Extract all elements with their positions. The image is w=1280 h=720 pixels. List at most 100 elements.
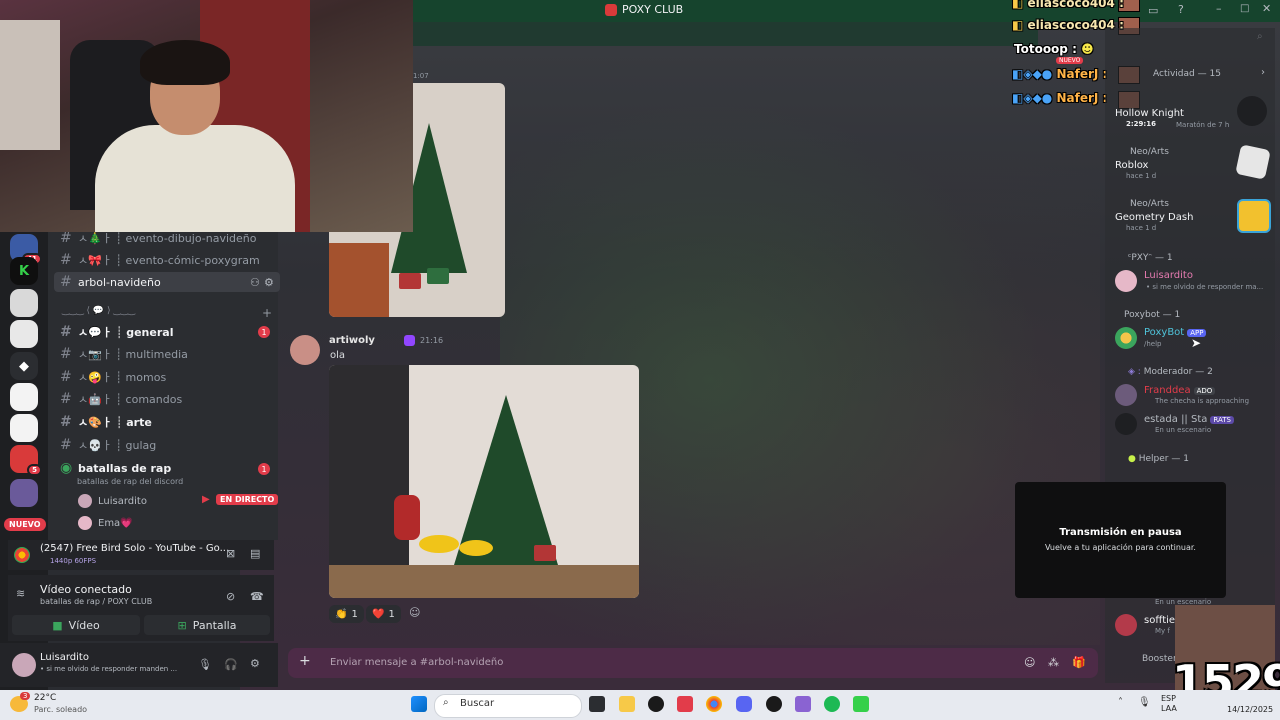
taskbar-search[interactable] — [434, 694, 582, 718]
hash-icon: # — [60, 414, 72, 430]
reaction-chip[interactable]: 👏 1 — [329, 605, 364, 623]
help-icon[interactable]: ? — [1178, 3, 1184, 16]
app-icon[interactable] — [795, 696, 811, 712]
github-icon[interactable] — [766, 696, 782, 712]
invite-icon[interactable]: ⚇ — [250, 276, 260, 289]
emoji-icon[interactable]: ☺ — [1024, 656, 1035, 669]
channel-item[interactable]: # ㅅ🤖ㅏ ┊ comandos — [60, 389, 182, 409]
user-status: • si me olvido de responder manden ... — [40, 665, 178, 673]
avatar[interactable] — [12, 653, 36, 677]
activity-header: Actividad — 15 — [1153, 69, 1221, 79]
gift-icon[interactable]: 🎁 — [1072, 656, 1086, 669]
chrome-icon[interactable] — [706, 696, 722, 712]
message-input[interactable]: Enviar mensaje a #arbol-navideño — [330, 657, 503, 668]
discord-icon[interactable] — [736, 696, 752, 712]
voice-channel-label: batallas de rap — [78, 461, 172, 475]
app-icon[interactable] — [677, 696, 693, 712]
close-icon[interactable]: ✕ — [1262, 2, 1271, 15]
voice-user[interactable]: Ema💗 — [78, 516, 133, 530]
message-author[interactable]: artiwoly — [329, 335, 375, 346]
channel-item[interactable]: # ㅅ🎨ㅏ ┊ arte — [60, 412, 152, 432]
task-view-icon[interactable] — [589, 696, 605, 712]
activity-game[interactable]: Hollow Knight — [1115, 108, 1184, 119]
server-icon-6[interactable] — [10, 383, 38, 411]
gift-shape — [534, 545, 556, 561]
shoe-shape — [459, 540, 493, 556]
channel-item[interactable]: # ㅅ💬ㅏ ┊ general — [60, 322, 173, 342]
disconnect-icon[interactable]: ☎ — [250, 589, 264, 603]
channel-label: ㅅ📷ㅏ ┊ multimedia — [78, 348, 188, 361]
taskbar-search-placeholder[interactable]: Buscar — [460, 698, 494, 709]
language-indicator[interactable]: ESP LAA — [1161, 694, 1177, 714]
twitch-icon — [404, 335, 415, 346]
add-attachment-icon[interactable]: + — [299, 653, 311, 669]
helper-icon: ● — [1128, 454, 1139, 464]
poxy-server-icon[interactable]: 5 — [10, 445, 42, 476]
avatar[interactable] — [1115, 270, 1137, 292]
activity-game[interactable]: Geometry Dash — [1115, 212, 1193, 223]
microphone-icon[interactable]: 🎙 — [198, 657, 212, 671]
avatar[interactable] — [1115, 413, 1137, 435]
kick-icon[interactable] — [853, 696, 869, 712]
avatar[interactable] — [1115, 384, 1137, 406]
voice-user[interactable]: Luisardito — [78, 494, 147, 508]
member-name-text: Franddea — [1144, 385, 1191, 396]
noise-suppression-icon[interactable]: ⊘ — [226, 589, 235, 603]
avatar[interactable] — [1115, 614, 1137, 636]
activity-game[interactable]: Roblox — [1115, 160, 1148, 171]
video-button[interactable]: ■ Vídeo — [12, 615, 140, 635]
message-text: ola — [330, 350, 346, 361]
member-section-header: Poxybot — 1 — [1124, 310, 1181, 320]
chat-image-2[interactable] — [329, 365, 639, 598]
server-icon-7[interactable] — [10, 414, 38, 442]
chevron-up-icon[interactable]: ˄ — [1118, 697, 1123, 708]
chevron-right-icon[interactable]: › — [1261, 67, 1265, 78]
voice-channel[interactable]: ◉ batallas de rap — [60, 458, 171, 478]
kick-server-icon[interactable]: K — [10, 257, 38, 285]
monitor-icon[interactable]: ▭ — [1148, 4, 1158, 17]
channel-item[interactable]: # ㅅ📷ㅏ ┊ multimedia — [60, 344, 188, 364]
member-name[interactable]: Luisardito — [1144, 270, 1193, 281]
server-icon-3[interactable] — [10, 289, 38, 317]
obs-icon[interactable] — [648, 696, 664, 712]
avatar[interactable] — [290, 335, 320, 365]
member-name[interactable]: Franddea ADO — [1144, 385, 1216, 396]
clock-date[interactable]: 14/12/2025 — [1227, 705, 1273, 714]
channel-item-active[interactable]: # arbol-navideño ⚇ ⚙ — [54, 272, 280, 292]
screen-share-button[interactable]: ⊞ Pantalla — [144, 615, 270, 635]
channel-label: ㅅ🎀ㅏ ┊ evento-cómic-poxygram — [78, 254, 260, 267]
add-reaction-icon[interactable]: ☺ — [409, 606, 420, 619]
headphones-icon[interactable]: 🎧 — [224, 657, 238, 671]
apps-icon[interactable]: ⁂ — [1048, 656, 1059, 669]
add-channel-icon[interactable]: + — [262, 306, 272, 320]
channel-item[interactable]: # ㅅ🤪ㅏ ┊ momos — [60, 367, 166, 387]
diamond-server-icon[interactable]: ◆ — [10, 352, 38, 380]
maximize-icon[interactable]: □ — [1240, 3, 1249, 14]
gear-icon[interactable]: ⚙ — [250, 656, 260, 670]
channel-item[interactable]: # ㅅ💀ㅏ ┊ gulag — [60, 435, 156, 455]
channel-item[interactable]: # ㅅ🎀ㅏ ┊ evento-cómic-poxygram — [60, 250, 260, 270]
spotify-icon[interactable] — [824, 696, 840, 712]
stream-settings-icon[interactable]: ▤ — [250, 546, 260, 560]
gear-icon[interactable]: ⚙ — [264, 276, 274, 289]
stop-stream-icon[interactable]: ⊠ — [226, 546, 235, 560]
overlay-chat-line: ◧◈◆● NaferJ : — [1012, 91, 1108, 105]
file-explorer-icon[interactable] — [619, 696, 635, 712]
member-name[interactable]: sofftie — [1144, 615, 1175, 626]
member-name[interactable]: estada || Sta RATS — [1144, 414, 1234, 425]
minimize-icon[interactable]: – — [1216, 2, 1222, 15]
unread-badge: 5 — [27, 464, 42, 476]
overlay-user: NaferJ — [1056, 91, 1099, 105]
reaction-chip[interactable]: ❤️ 1 — [366, 605, 401, 623]
mouse-cursor-icon: ➤ — [1191, 336, 1202, 350]
server-icon-4[interactable] — [10, 320, 38, 348]
activity-meta: 1440p 60FPS — [50, 557, 97, 565]
avatar[interactable] — [1115, 327, 1137, 349]
windows-start-icon[interactable] — [411, 696, 427, 712]
badge-icon: ◧ — [1012, 0, 1028, 10]
microphone-icon[interactable]: 🎙 — [1138, 697, 1151, 708]
reaction-count: 1 — [351, 608, 358, 620]
activity-user: Neo/Arts — [1130, 147, 1169, 157]
activity-user: Neo/Arts — [1130, 199, 1169, 209]
server-icon-9[interactable] — [10, 479, 38, 507]
